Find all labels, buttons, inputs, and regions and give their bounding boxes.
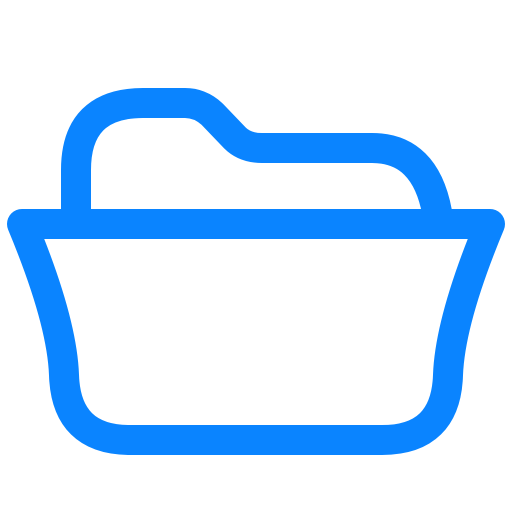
folder-open-icon [7,88,505,455]
icon-canvas [0,0,512,512]
folder-front-tray [7,209,505,455]
folder-back-outline [61,88,452,227]
